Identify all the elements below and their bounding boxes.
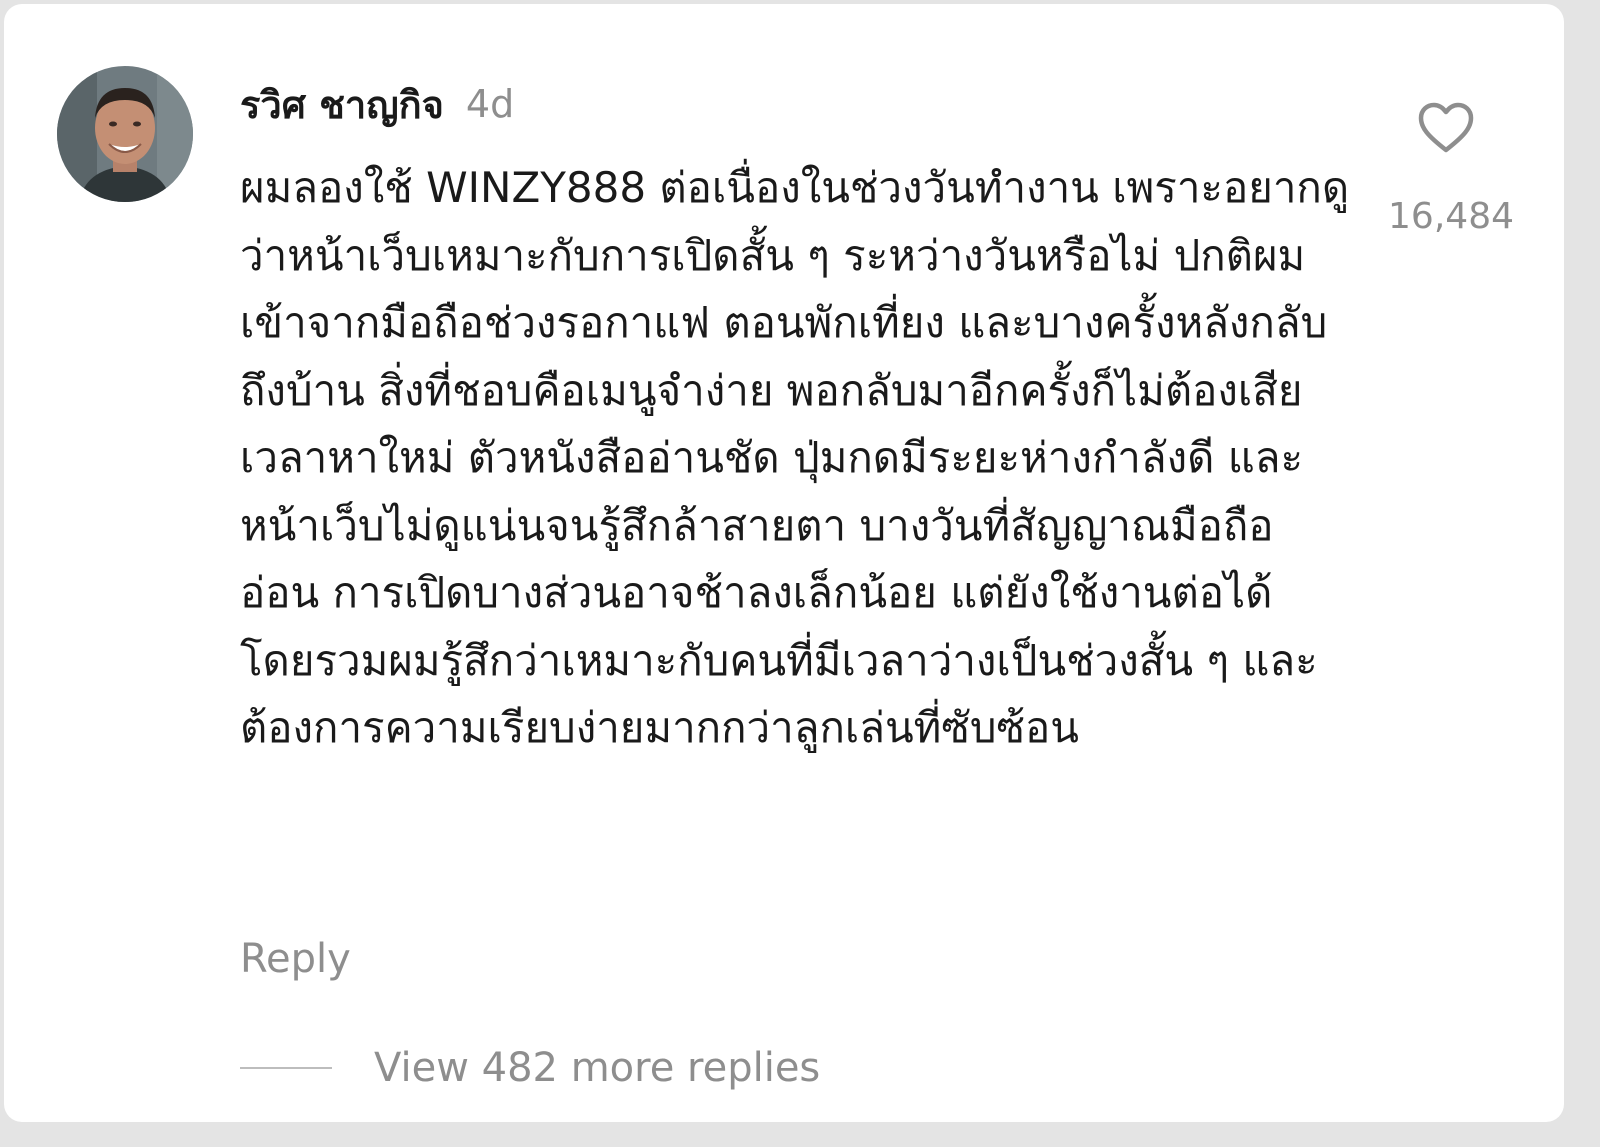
- comment-header: รวิศ ชาญกิจ 4d: [240, 74, 514, 134]
- comment-author[interactable]: รวิศ ชาญกิจ: [240, 74, 444, 135]
- view-replies-label: View 482 more replies: [374, 1045, 821, 1091]
- comment-text: ผมลองใช้ WINZY888 ต่อเนื่องในช่วงวันทำงา…: [240, 163, 1350, 752]
- avatar-photo: [57, 66, 193, 202]
- like-button[interactable]: [1416, 100, 1476, 156]
- heart-outline-icon: [1418, 102, 1474, 153]
- like-count: 16,484: [1388, 196, 1514, 237]
- view-replies-button[interactable]: View 482 more replies: [240, 1040, 820, 1096]
- reply-button[interactable]: Reply: [240, 936, 351, 982]
- comment-card: รวิศ ชาญกิจ 4d ผมลองใช้ WINZY888 ต่อเนื่…: [4, 4, 1564, 1122]
- comment-timestamp: 4d: [465, 82, 515, 126]
- replies-divider: [240, 1067, 332, 1069]
- avatar[interactable]: [57, 66, 193, 202]
